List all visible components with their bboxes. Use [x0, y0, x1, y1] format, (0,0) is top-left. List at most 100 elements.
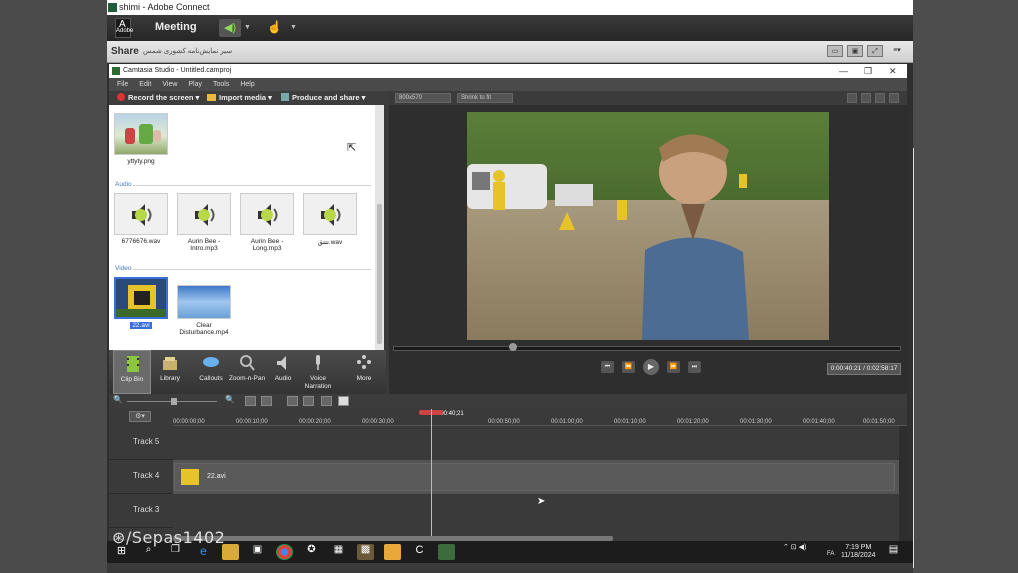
fast-forward-icon[interactable]: ⏩	[667, 361, 680, 373]
folder-icon	[207, 94, 216, 101]
cut-icon[interactable]	[245, 396, 256, 406]
fullscreen-icon[interactable]: ⤢	[867, 45, 883, 57]
status-dropdown-icon[interactable]: ▼	[290, 24, 297, 31]
chrome-icon[interactable]	[276, 544, 293, 560]
clip-audio-1[interactable]: 6776676.wav	[113, 193, 169, 245]
bottom-edge	[107, 563, 913, 573]
language-indicator[interactable]: FA	[827, 551, 834, 557]
speaker-icon	[321, 204, 341, 226]
track-body[interactable]: 22.avi	[173, 460, 899, 494]
snapshot-icon[interactable]	[861, 93, 871, 103]
skip-back-icon[interactable]: ⏮	[601, 361, 614, 373]
shrink-to-fit-dropdown[interactable]: Shrink to fit	[457, 93, 513, 103]
camtasia-icon[interactable]: C	[411, 544, 428, 560]
app-icon[interactable]: ✪	[303, 544, 320, 560]
tab-callouts[interactable]: Callouts	[192, 350, 230, 394]
speaker-icon[interactable]: ◀)	[219, 19, 241, 37]
minimize-icon[interactable]: —	[839, 64, 848, 78]
paste-icon[interactable]	[303, 396, 314, 406]
camtasia-recorder-icon[interactable]: ▩	[357, 544, 374, 560]
clip-caption: Aurin Bee - Intro.mp3	[187, 238, 221, 252]
timecode-display: 0:00:40:21 / 0:02:58:17	[827, 363, 901, 375]
menu-tools[interactable]: Tools	[213, 78, 229, 91]
mouse-pointer-icon: ➤	[537, 496, 546, 507]
preview-scrub-bar[interactable]	[393, 346, 901, 351]
clip-audio-4[interactable]: تتتق.wav	[302, 193, 358, 246]
speaker-icon	[258, 204, 278, 226]
menu-play[interactable]: Play	[188, 78, 202, 91]
tab-library[interactable]: Library	[151, 350, 189, 394]
speaker-dropdown-icon[interactable]: ▼	[244, 24, 251, 31]
fullscreen-preview-icon[interactable]	[889, 93, 899, 103]
media-icon[interactable]: ▦	[330, 544, 347, 560]
rewind-icon[interactable]: ⏪	[622, 361, 635, 373]
adobe-connect-icon[interactable]	[438, 544, 455, 560]
bin-scroll-thumb[interactable]	[377, 204, 382, 344]
track-4[interactable]: Track 4 22.avi	[109, 460, 899, 494]
import-media-button[interactable]: Import media ▾	[207, 91, 272, 105]
layout-icon[interactable]: ▭	[827, 45, 843, 57]
track-3[interactable]: Track 3	[109, 494, 899, 528]
raise-hand-icon[interactable]: ☝	[267, 20, 282, 34]
skip-forward-icon[interactable]: ⏭	[688, 361, 701, 373]
menu-file[interactable]: File	[117, 78, 128, 91]
delete-icon[interactable]	[321, 396, 332, 406]
import-label: Import media	[219, 93, 267, 102]
clip-image-yttyty[interactable]: yttyty.png	[113, 113, 169, 165]
track-label: Track 3	[133, 505, 160, 514]
track-5[interactable]: Track 5	[109, 426, 899, 460]
meeting-menu[interactable]: Meeting	[155, 21, 197, 33]
share-subtitle: سیر نمایش‌نامه کشوری شمس	[143, 48, 233, 55]
audio-thumbnail	[303, 193, 357, 235]
tab-clip-bin[interactable]: Clip Bin	[113, 350, 151, 394]
tab-audio[interactable]: Audio	[264, 350, 302, 394]
zoom-out-icon[interactable]: 🔍	[113, 395, 123, 404]
windows-taskbar: ⊞ ⌕ ❐ e ▣ ✪ ▦ ▩ C ⌃ ⊡ ◀) FA 7:19 PM 11/1…	[107, 541, 913, 563]
track-body[interactable]	[173, 494, 899, 528]
play-icon[interactable]: ▶	[643, 359, 659, 375]
adobe-connect-window: shimi - Adobe Connect A Adobe Meeting ◀)…	[107, 0, 913, 573]
copy-icon[interactable]	[287, 396, 298, 406]
playhead-line[interactable]	[431, 409, 432, 544]
preview-size-dropdown[interactable]: 800x570	[395, 93, 451, 103]
camtasia-menubar: File Edit View Play Tools Help	[109, 78, 907, 91]
clock[interactable]: 7:19 PM 11/18/2024	[841, 544, 876, 560]
transport-controls: ⏮ ⏪ ▶ ⏩ ⏭	[601, 359, 701, 375]
notes-icon[interactable]	[384, 544, 401, 560]
menu-edit[interactable]: Edit	[139, 78, 151, 91]
record-screen-button[interactable]: Record the screen ▾	[117, 91, 199, 105]
store-icon[interactable]: ▣	[249, 544, 266, 560]
watermark: ⊛/Sepas1402	[112, 528, 226, 547]
close-icon[interactable]: ✕	[889, 64, 897, 78]
camtasia-icon	[112, 67, 120, 75]
notifications-icon[interactable]: ▤	[885, 544, 902, 560]
gear-icon[interactable]: ⚙▾	[129, 411, 151, 422]
timeline-clip-22[interactable]: 22.avi	[174, 463, 895, 491]
scrub-knob[interactable]	[509, 343, 517, 351]
clip-video-22[interactable]: 22.avi	[113, 277, 169, 329]
system-tray[interactable]: ⌃ ⊡ ◀)	[783, 543, 806, 551]
clip-audio-2[interactable]: Aurin Bee - Intro.mp3	[176, 193, 232, 252]
tab-more[interactable]: More	[345, 350, 383, 394]
restore-icon[interactable]: ❐	[864, 64, 872, 78]
tab-voice-narration[interactable]: Voice Narration	[299, 350, 337, 394]
menu-help[interactable]: Help	[240, 78, 254, 91]
marker-icon[interactable]	[338, 396, 349, 406]
zoom-slider-knob[interactable]	[171, 398, 177, 405]
tab-zoom-n-pan[interactable]: Zoom-n-Pan	[228, 350, 266, 394]
pod-menu-icon[interactable]: ≡▾	[887, 45, 907, 57]
detach-icon[interactable]	[875, 93, 885, 103]
film-strip-icon	[127, 356, 139, 372]
timeline-vscrollbar[interactable]	[899, 426, 907, 544]
crop-icon[interactable]	[847, 93, 857, 103]
zoom-in-icon[interactable]: 🔍	[225, 395, 235, 404]
clip-video-clear-disturbance[interactable]: Clear Disturbance.mp4	[176, 285, 232, 336]
fit-icon[interactable]: ▣	[847, 45, 863, 57]
split-icon[interactable]	[261, 396, 272, 406]
menu-view[interactable]: View	[162, 78, 177, 91]
produce-share-button[interactable]: Produce and share ▾	[281, 91, 365, 105]
clip-audio-3[interactable]: Aurin Bee - Long.mp3	[239, 193, 295, 252]
video-thumbnail	[114, 277, 168, 319]
clock-time: 7:19 PM	[845, 544, 872, 551]
track-body[interactable]	[173, 426, 899, 460]
